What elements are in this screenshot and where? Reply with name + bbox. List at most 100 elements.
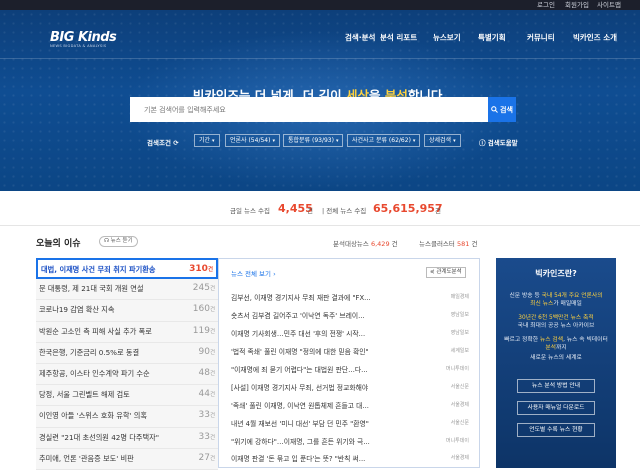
stat-today-label: 금일 뉴스 수집	[230, 207, 271, 215]
issue-count-value: 90	[198, 346, 210, 357]
issue-title: 추미애, 언론 '관음증 보도' 비판	[39, 453, 134, 463]
issue-count-value: 310	[189, 264, 208, 274]
news-title: [사설] 이재명 경기지사 무죄, 선거법 정교화해야	[231, 384, 369, 392]
issue-item[interactable]: 문 대통령, 제 21대 국회 개원 연설 245건	[36, 279, 218, 301]
cluster-count-value: 581	[456, 240, 470, 248]
yearly-news-button[interactable]: 언도별 수록 뉴스 현황	[517, 423, 595, 437]
filter-detail-label: 상세검색	[429, 137, 452, 144]
about-desc-text: , 뉴스 속 빅데이터	[563, 337, 608, 343]
issue-title: 대법, 이재명 사건 무죄 취지 파기환송	[41, 265, 156, 274]
news-press: 세계일보	[450, 348, 469, 354]
nav-news[interactable]: 뉴스보기	[433, 32, 461, 44]
issue-count-unit: 건	[209, 349, 215, 356]
issue-count-value: 33	[198, 431, 210, 442]
about-desc-highlight: 뉴스 검색	[539, 337, 564, 343]
news-row[interactable]: 내년 4월 재보선 '미니 대선' 부담 던 민주 "환영" 서울신문	[231, 416, 469, 434]
issue-count: 160건	[193, 304, 215, 314]
filter-incident[interactable]: 사건사고 분류 (62/62) ▾	[347, 134, 421, 147]
about-desc-4: 새로운 뉴스의 세계로	[530, 355, 582, 361]
nav-search-analysis[interactable]: 검색·분석	[345, 32, 375, 44]
issue-item[interactable]: 코로나19 감염 확산 지속 160건	[36, 300, 218, 322]
stat-total-value: 65,615,957	[373, 202, 443, 215]
network-icon: ⋞	[430, 269, 435, 275]
issue-count-value: 27	[198, 452, 210, 463]
issue-count-unit: 건	[209, 413, 215, 420]
nav-about[interactable]: 빅카인즈 소개	[573, 32, 617, 44]
news-title: '족쇄' 풀린 이재명, 이낙연 원톱체제 흔들고 대...	[231, 402, 369, 410]
filter-category-label: 통합분류 (93/93)	[288, 137, 334, 144]
stat-total-label: | 전체 뉴스 수집	[322, 207, 367, 215]
search-button[interactable]: 검색	[488, 97, 516, 122]
login-link[interactable]: 로그인	[537, 0, 555, 10]
news-press: 머니투데이	[445, 366, 469, 372]
filter-period[interactable]: 기간 ▾	[194, 134, 220, 147]
news-title: "위기에 강하다"…이재명, 그를 흔든 위기와 극...	[231, 438, 370, 446]
issue-item[interactable]: 추미애, 언론 '관음증 보도' 비판 27건	[36, 448, 218, 470]
issue-item[interactable]: 이인영 아들 '스위스 호화 유학' 의혹 33건	[36, 406, 218, 428]
news-row[interactable]: 김부선, 이재명 경기지사 무죄 재판 결과에 "FX... 매일경제	[231, 290, 469, 308]
news-row[interactable]: 이재명 기사회생…민주 대선 '후의 전쟁' 시작... 영남일보	[231, 326, 469, 344]
news-all-link[interactable]: 뉴스 전체 보기 ›	[231, 268, 276, 278]
filter-press[interactable]: 언론사 (54/54) ▾	[225, 134, 280, 147]
news-press: 서울경제	[450, 455, 469, 461]
issue-count-value: 48	[198, 367, 210, 378]
chevron-down-icon: ▾	[453, 138, 456, 144]
news-row[interactable]: "이재명에 죄 묻기 어렵다"는 대법원 판단…다... 머니투데이	[231, 362, 469, 380]
filter-press-label: 언론사 (54/54)	[230, 137, 271, 144]
issue-title: 이인영 아들 '스위스 호화 유학' 의혹	[39, 411, 147, 421]
search-input[interactable]	[130, 97, 488, 122]
news-press: 영남일보	[450, 312, 469, 318]
nav-special[interactable]: 특별기획	[478, 32, 506, 44]
search-help[interactable]: ⓘ 검색도움말	[479, 137, 518, 147]
issue-item[interactable]: 대법, 이재명 사건 무죄 취지 파기환송 310건	[36, 258, 218, 280]
issue-count-unit: 건	[209, 434, 215, 441]
filter-category[interactable]: 통합분류 (93/93) ▾	[283, 134, 344, 147]
chevron-down-icon: ▾	[272, 138, 275, 144]
issue-count: 245건	[193, 283, 215, 293]
signup-link[interactable]: 회원가입	[565, 0, 589, 10]
issue-count-unit: 건	[209, 307, 215, 314]
news-title: "이재명에 죄 묻기 어렵다"는 대법원 판단…다...	[231, 366, 368, 374]
news-title: 이재명 기사회생…민주 대선 '후의 전쟁' 시작...	[231, 330, 366, 338]
issue-count-unit: 건	[209, 392, 215, 399]
news-row[interactable]: '법적 족쇄' 풀린 이재명 "정의에 대한 믿음 확인" 세계일보	[231, 344, 469, 362]
nav-report[interactable]: 분석 리포트	[380, 32, 417, 44]
guide-button[interactable]: 뉴스 분석 방법 안내	[517, 379, 595, 393]
about-desc-3: 빠르고 정확한 뉴스 검색, 뉴스 속 빅데이터 분석까지	[496, 336, 616, 352]
issue-item[interactable]: 당정, 서울 그린벨트 해제 검토 44건	[36, 385, 218, 407]
filter-detail[interactable]: 상세검색 ▾	[424, 134, 461, 147]
listen-button[interactable]: ☊ 뉴스 듣기	[99, 236, 138, 247]
sitemap-link[interactable]: 사이트맵	[597, 0, 621, 10]
cluster-count: 뉴스클러스터 581 건	[419, 238, 477, 248]
logo[interactable]: BIG Kinds NEWS BIGDATA & ANALYSIS	[50, 30, 117, 48]
issue-item[interactable]: 경실련 "21대 초선의원 42명 다주택자" 33건	[36, 427, 218, 449]
search-box	[130, 97, 488, 122]
news-title: '법적 족쇄' 풀린 이재명 "정의에 대한 믿음 확인"	[231, 348, 369, 356]
about-desc-text: 국내 최대의 공공 뉴스 아카이브	[517, 323, 595, 329]
news-row[interactable]: 숏츠서 김부겸 길어주고 '이낙연 독주' 브레이... 영남일보	[231, 308, 469, 326]
manual-download-button[interactable]: 사용자 매뉴얼 다운로드	[517, 401, 595, 415]
nav-community[interactable]: 커뮤니티	[527, 32, 555, 44]
news-row[interactable]: [사설] 이재명 경기지사 무죄, 선거법 정교화해야 서울신문	[231, 380, 469, 398]
news-row[interactable]: '족쇄' 풀린 이재명, 이낙연 원톱체제 흔들고 대... 서울경제	[231, 398, 469, 416]
news-press: 서울신문	[450, 420, 469, 426]
about-desc-1: 신문 방송 등 국내 54개 주요 언론사의 최신 뉴스가 매일매일	[496, 292, 616, 308]
refresh-icon[interactable]: ⟳	[173, 139, 178, 147]
cluster-count-label: 뉴스클러스터	[419, 240, 455, 248]
relation-analysis-button[interactable]: ⋞ 관계도분석	[426, 267, 466, 278]
chevron-down-icon: ▾	[335, 138, 339, 144]
issue-item[interactable]: 박원순 고소인 측 피해 사실 추가 폭로 119건	[36, 321, 218, 343]
news-press: 영남일보	[450, 330, 469, 336]
issue-item[interactable]: 한국은행, 기준금리 0.5%로 동결 90건	[36, 342, 218, 364]
news-all-label: 뉴스 전체 보기	[231, 270, 272, 278]
about-desc-text: 가 매일매일	[553, 301, 582, 307]
news-row[interactable]: 이재명 판결 '돈 묶고 입 푼다'는 뜻? "반칙 써... 서울경제	[231, 451, 469, 469]
top-utility-bar: 로그인 회원가입 사이트맵	[0, 0, 640, 10]
issue-item[interactable]: 제주항공, 이스타 인수계약 파기 수순 48건	[36, 363, 218, 386]
chevron-down-icon: ▾	[412, 138, 416, 144]
issue-title: 한국은행, 기준금리 0.5%로 동결	[39, 347, 140, 357]
logo-word: BIG Kinds	[50, 30, 117, 45]
news-row[interactable]: "위기에 강하다"…이재명, 그를 흔든 위기와 극... 머니투데이	[231, 434, 469, 452]
listen-button-label: 뉴스 듣기	[110, 238, 133, 244]
news-press: 서울경제	[450, 402, 469, 408]
